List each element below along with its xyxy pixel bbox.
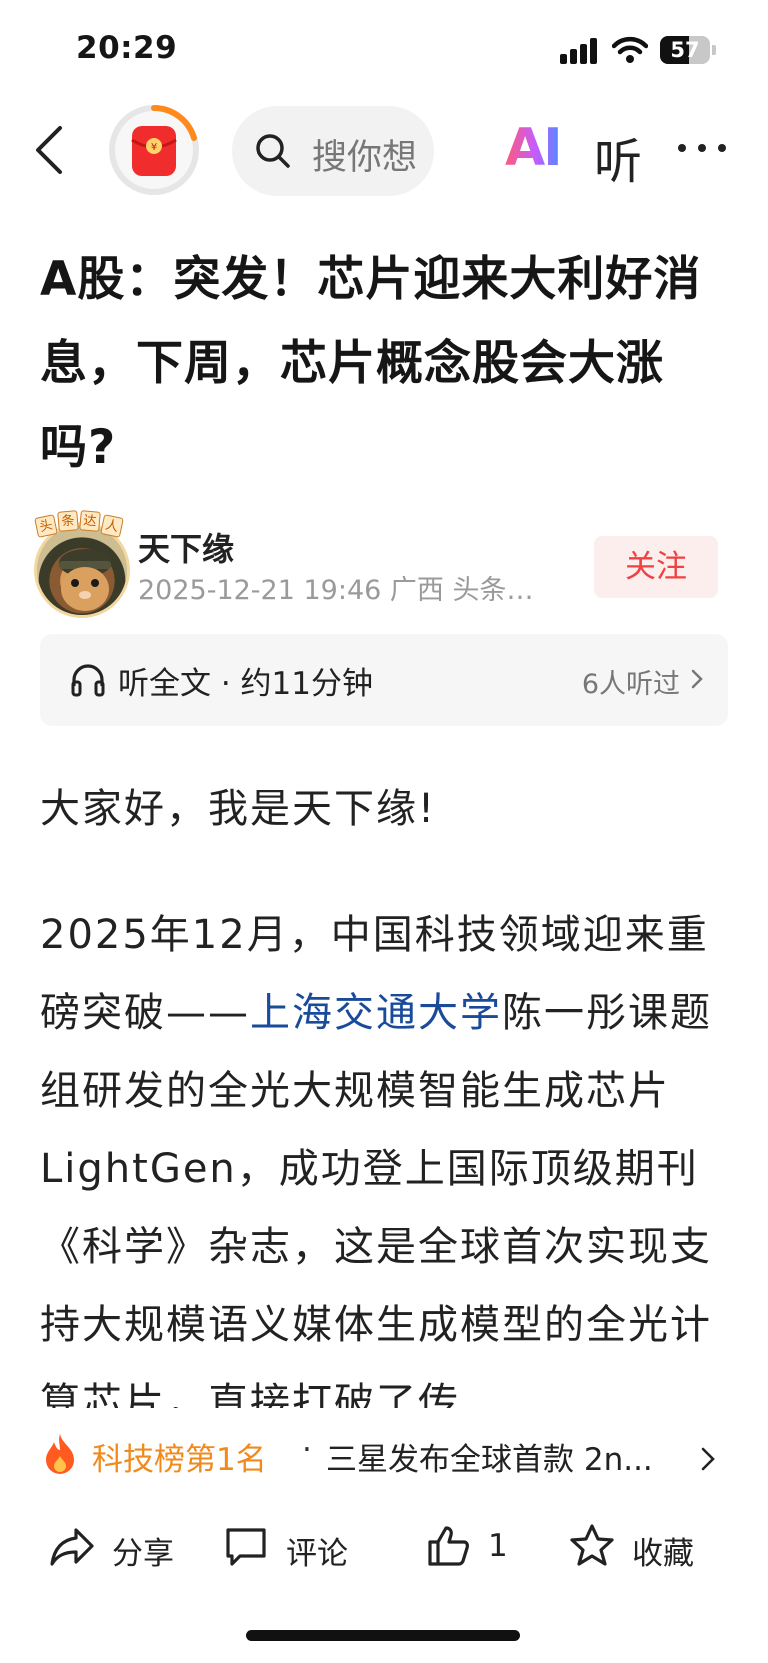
article-paragraph: 2025年12月，中国科技领域迎来重磅突破——上海交通大学陈一彤课题组研发的全光… [40,912,712,1408]
bottom-action-bar: 分享 评论 1 收藏 [0,1500,768,1600]
author-name[interactable]: 天下缘 [138,524,234,570]
share-button[interactable]: 分享 [48,1522,188,1578]
status-bar: 20:29 57 [0,0,768,100]
follow-button[interactable]: 关注 [594,536,718,598]
more-options-icon[interactable] [678,130,730,170]
trend-rank: 科技榜第1名 [92,1442,267,1478]
ai-button[interactable]: AI [505,118,563,178]
like-count: 1 [488,1528,508,1564]
wifi-icon [612,36,648,63]
favorite-button[interactable]: 收藏 [568,1522,728,1578]
thumbs-up-icon [428,1526,469,1566]
author-row: 头 条 达 人 天下缘 2025-12-21 19:46 广西 头条… 关注 [0,510,768,620]
svg-text:¥: ¥ [151,142,157,153]
search-icon [256,134,290,168]
listen-button[interactable]: 听 [594,122,642,192]
listen-count: 6人听过 [581,669,680,700]
cellular-signal-icon [560,38,600,64]
battery-level: 57 [670,38,700,62]
listen-label: 听全文 · 约11分钟 [118,666,374,702]
star-icon [570,1524,614,1566]
article-body: 大家好，我是天下缘! 2025年12月，中国科技领域迎来重磅突破——上海交通大学… [40,770,730,1408]
fire-icon [46,1434,74,1474]
home-indicator [246,1630,520,1641]
comment-icon [226,1528,266,1566]
toutiao-talent-badge: 头 条 达 人 [34,510,124,540]
university-link[interactable]: 上海交通大学 [250,990,502,1036]
article-meta: 2025-12-21 19:46 广西 头条… [138,575,534,606]
search-placeholder: 搜你想 [312,138,418,178]
back-icon[interactable] [30,122,74,178]
status-time: 20:29 [76,30,178,66]
battery-icon: 57 [660,36,716,64]
comment-button[interactable]: 评论 [222,1522,372,1578]
chevron-right-icon [691,669,703,689]
trend-separator: · [302,1432,312,1468]
article-title: A股：突发！芯片迎来大利好消息，下周，芯片概念股会大涨吗? [40,252,702,475]
share-icon [50,1528,94,1566]
search-input[interactable]: 搜你想 [232,106,434,196]
red-packet-icon[interactable]: ¥ [108,104,200,196]
trending-bar[interactable]: 科技榜第1名 · 三星发布全球首款 2n... [0,1418,768,1498]
article-greeting: 大家好，我是天下缘! [40,786,437,832]
top-nav-bar: ¥ 搜你想 AI 听 [0,100,768,200]
trend-headline: 三星发布全球首款 2n... [326,1442,653,1478]
chevron-right-icon [701,1447,715,1471]
headphones-icon [71,664,105,697]
listen-full-article-bar[interactable]: 听全文 · 约11分钟 6人听过 [40,634,728,726]
like-button[interactable]: 1 [424,1522,524,1578]
